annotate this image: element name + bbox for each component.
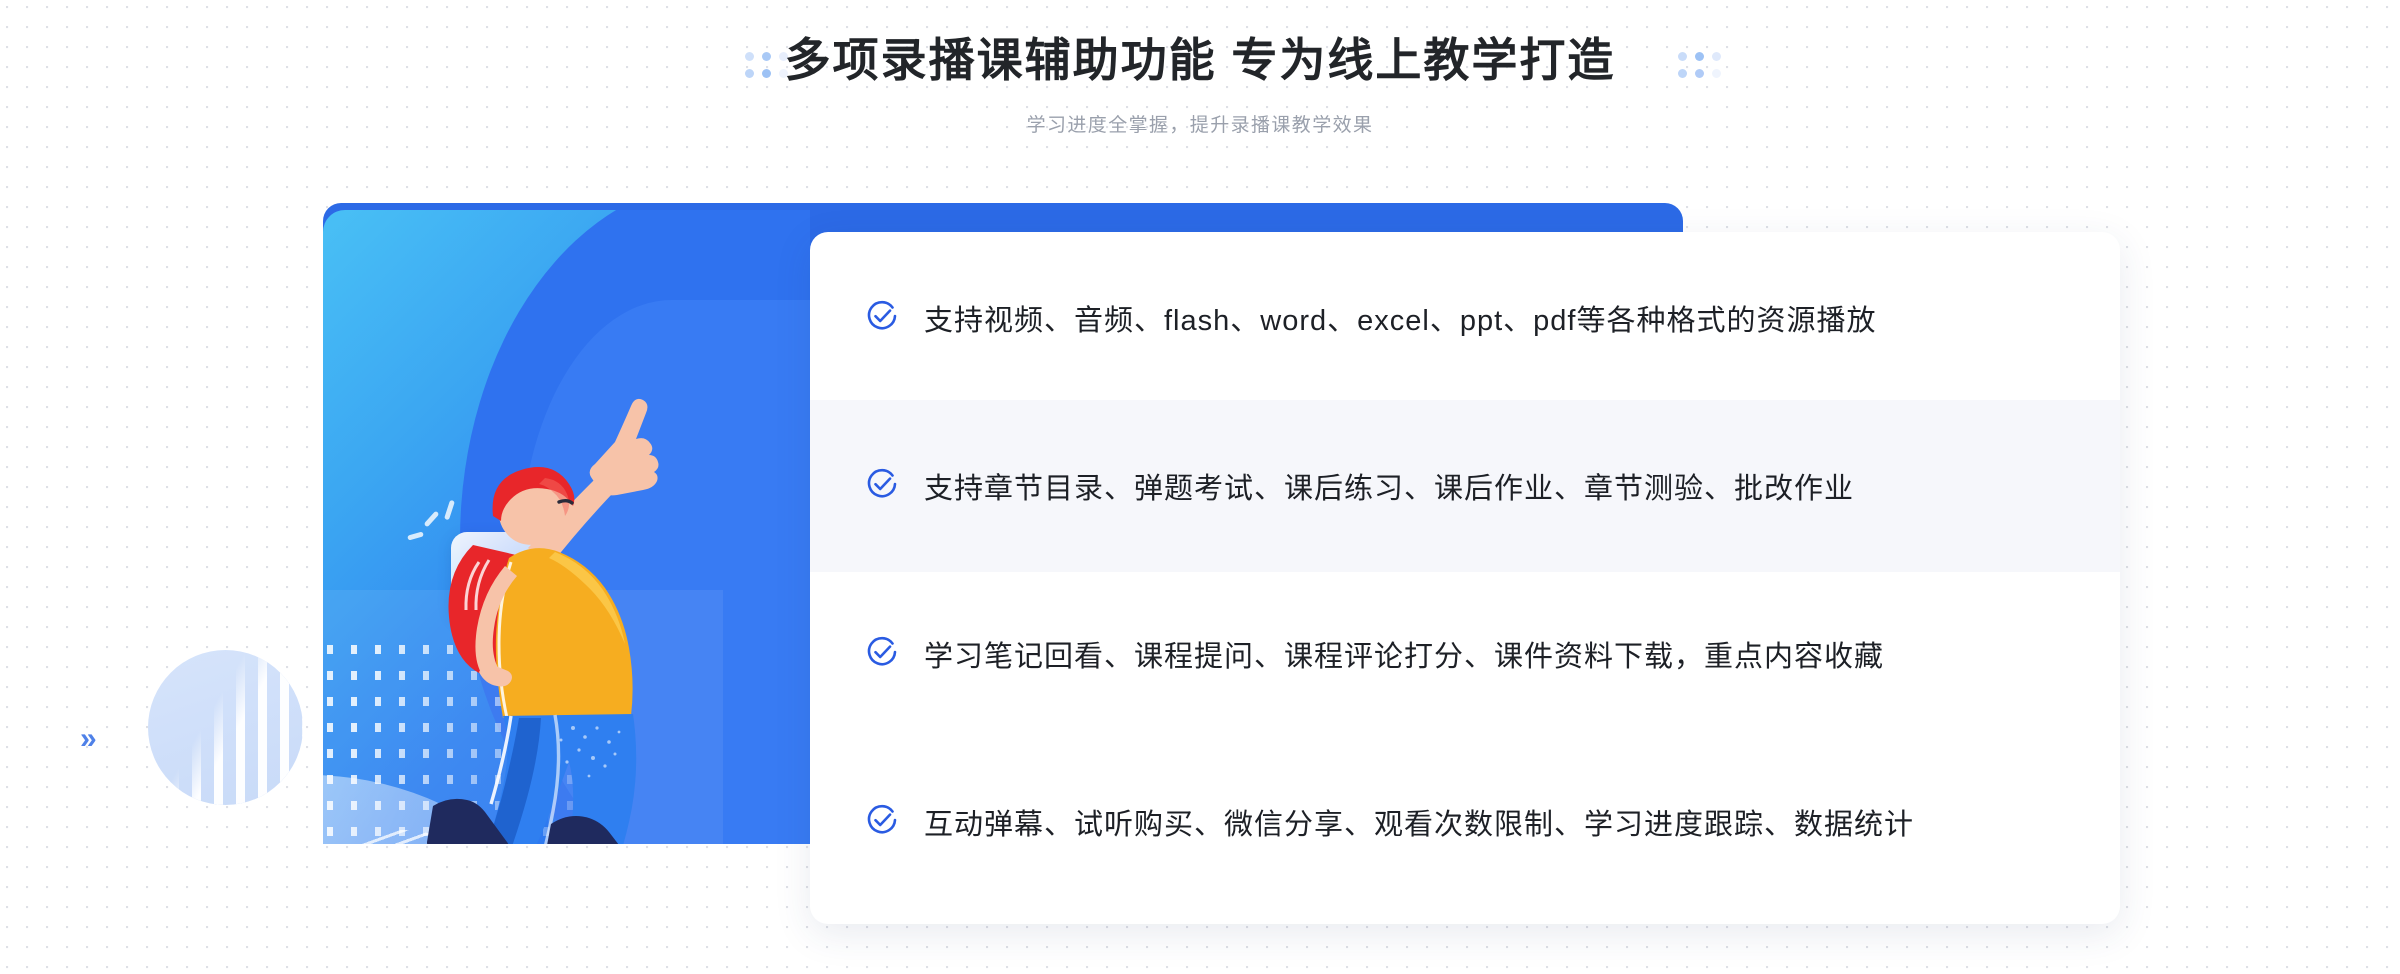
page-stage: 多项录播课辅助功能 专为线上教学打造 学习进度全掌握，提升录播课教学效果 » « [0, 0, 2400, 974]
feature-text: 学习笔记回看、课程提问、课程评论打分、课件资料下载，重点内容收藏 [924, 641, 1885, 673]
feature-row-3[interactable]: 学习笔记回看、课程提问、课程评论打分、课件资料下载，重点内容收藏 [810, 568, 2120, 740]
feature-text: 互动弹幕、试听购买、微信分享、观看次数限制、学习进度跟踪、数据统计 [924, 809, 1915, 841]
person-illustration [427, 398, 659, 844]
page-header: 多项录播课辅助功能 专为线上教学打造 学习进度全掌握，提升录播课教学效果 [0, 0, 2400, 175]
illustration-panel: « [323, 210, 810, 844]
striped-circle-icon [148, 650, 303, 805]
check-circle-icon [865, 803, 899, 842]
feature-text: 支持视频、音频、flash、word、excel、ppt、pdf等各种格式的资源… [924, 305, 1877, 337]
feature-row-4[interactable]: 互动弹幕、试听购买、微信分享、观看次数限制、学习进度跟踪、数据统计 [810, 736, 2120, 908]
feature-card: 支持视频、音频、flash、word、excel、ppt、pdf等各种格式的资源… [810, 232, 2120, 924]
feature-row-2[interactable]: 支持章节目录、弹题考试、课后练习、课后作业、章节测验、批改作业 [810, 400, 2120, 572]
page-title: 多项录播课辅助功能 专为线上教学打造 [784, 34, 1616, 86]
check-circle-icon [865, 299, 899, 338]
feature-text: 支持章节目录、弹题考试、课后练习、课后作业、章节测验、批改作业 [924, 473, 1855, 505]
feature-list: 支持视频、音频、flash、word、excel、ppt、pdf等各种格式的资源… [810, 232, 2120, 924]
feature-row-1[interactable]: 支持视频、音频、flash、word、excel、ppt、pdf等各种格式的资源… [810, 232, 2120, 404]
check-circle-icon [865, 467, 899, 506]
circle-stripes [148, 650, 303, 805]
check-circle-icon [865, 635, 899, 674]
page-subtitle: 学习进度全掌握，提升录播课教学效果 [1026, 115, 1374, 136]
double-chevron-right-icon: » [80, 722, 97, 755]
